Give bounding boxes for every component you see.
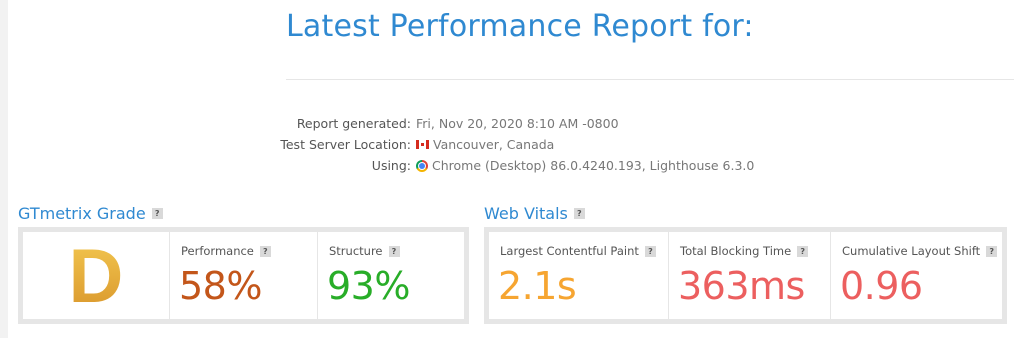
lcp-help-icon[interactable]: ? [644, 245, 656, 257]
cls-label: Cumulative Layout Shift [842, 244, 981, 258]
using-row: Using: Chrome (Desktop) 86.0.4240.193, L… [200, 155, 900, 176]
page-title: Latest Performance Report for: [286, 9, 754, 44]
test-server-location-label: Test Server Location: [280, 137, 411, 152]
test-server-location-row: Test Server Location: Vancouver, Canada [200, 134, 900, 155]
using-value-wrap: Chrome (Desktop) 86.0.4240.193, Lighthou… [416, 158, 754, 173]
left-sidebar-edge [0, 0, 8, 338]
cls-label-wrap: Cumulative Layout Shift ? [842, 244, 998, 258]
using-label: Using: [371, 158, 411, 173]
report-generated-label: Report generated: [296, 116, 411, 131]
structure-label-wrap: Structure ? [329, 244, 400, 258]
performance-cell: Performance ? 58% [170, 232, 318, 319]
test-server-location-value: Vancouver, Canada [433, 137, 555, 152]
test-server-location-value-wrap: Vancouver, Canada [416, 137, 554, 152]
gtmetrix-grade-help-icon[interactable]: ? [151, 208, 163, 219]
tbt-label: Total Blocking Time [680, 244, 792, 258]
report-generated-row: Report generated: Fri, Nov 20, 2020 8:10… [200, 113, 900, 134]
gtmetrix-grade-title-text: GTmetrix Grade [18, 204, 146, 223]
cls-help-icon[interactable]: ? [986, 245, 998, 257]
report-meta: Report generated: Fri, Nov 20, 2020 8:10… [200, 113, 900, 176]
report-generated-value: Fri, Nov 20, 2020 8:10 AM -0800 [416, 116, 619, 131]
structure-cell: Structure ? 93% [318, 232, 464, 319]
structure-help-icon[interactable]: ? [388, 245, 400, 257]
performance-label-wrap: Performance ? [181, 244, 271, 258]
tbt-label-wrap: Total Blocking Time ? [680, 244, 809, 258]
using-value: Chrome (Desktop) 86.0.4240.193, Lighthou… [432, 158, 755, 173]
web-vitals-title: Web Vitals ? [484, 204, 585, 223]
cls-value: 0.96 [840, 264, 923, 308]
grade-cell: D [23, 232, 170, 319]
tbt-value: 363ms [678, 264, 805, 308]
web-vitals-panel: Largest Contentful Paint ? 2.1s Total Bl… [484, 227, 1007, 324]
cls-cell: Cumulative Layout Shift ? 0.96 [831, 232, 1002, 319]
grade-letter: D [68, 233, 124, 319]
chrome-icon [416, 159, 428, 172]
performance-value: 58% [179, 264, 262, 308]
header-divider [286, 79, 1014, 80]
gtmetrix-grade-title: GTmetrix Grade ? [18, 204, 163, 223]
lcp-label-wrap: Largest Contentful Paint ? [500, 244, 656, 258]
performance-help-icon[interactable]: ? [259, 245, 271, 257]
structure-label: Structure [329, 244, 383, 258]
gtmetrix-grade-panel: D Performance ? 58% Structure ? 93% [18, 227, 469, 324]
tbt-help-icon[interactable]: ? [797, 245, 809, 257]
lcp-label: Largest Contentful Paint [500, 244, 639, 258]
tbt-cell: Total Blocking Time ? 363ms [669, 232, 831, 319]
canada-flag-icon [416, 140, 429, 149]
structure-value: 93% [327, 264, 410, 308]
lcp-value: 2.1s [498, 264, 577, 308]
lcp-cell: Largest Contentful Paint ? 2.1s [489, 232, 669, 319]
performance-label: Performance [181, 244, 254, 258]
web-vitals-title-text: Web Vitals [484, 204, 568, 223]
web-vitals-help-icon[interactable]: ? [573, 208, 585, 219]
